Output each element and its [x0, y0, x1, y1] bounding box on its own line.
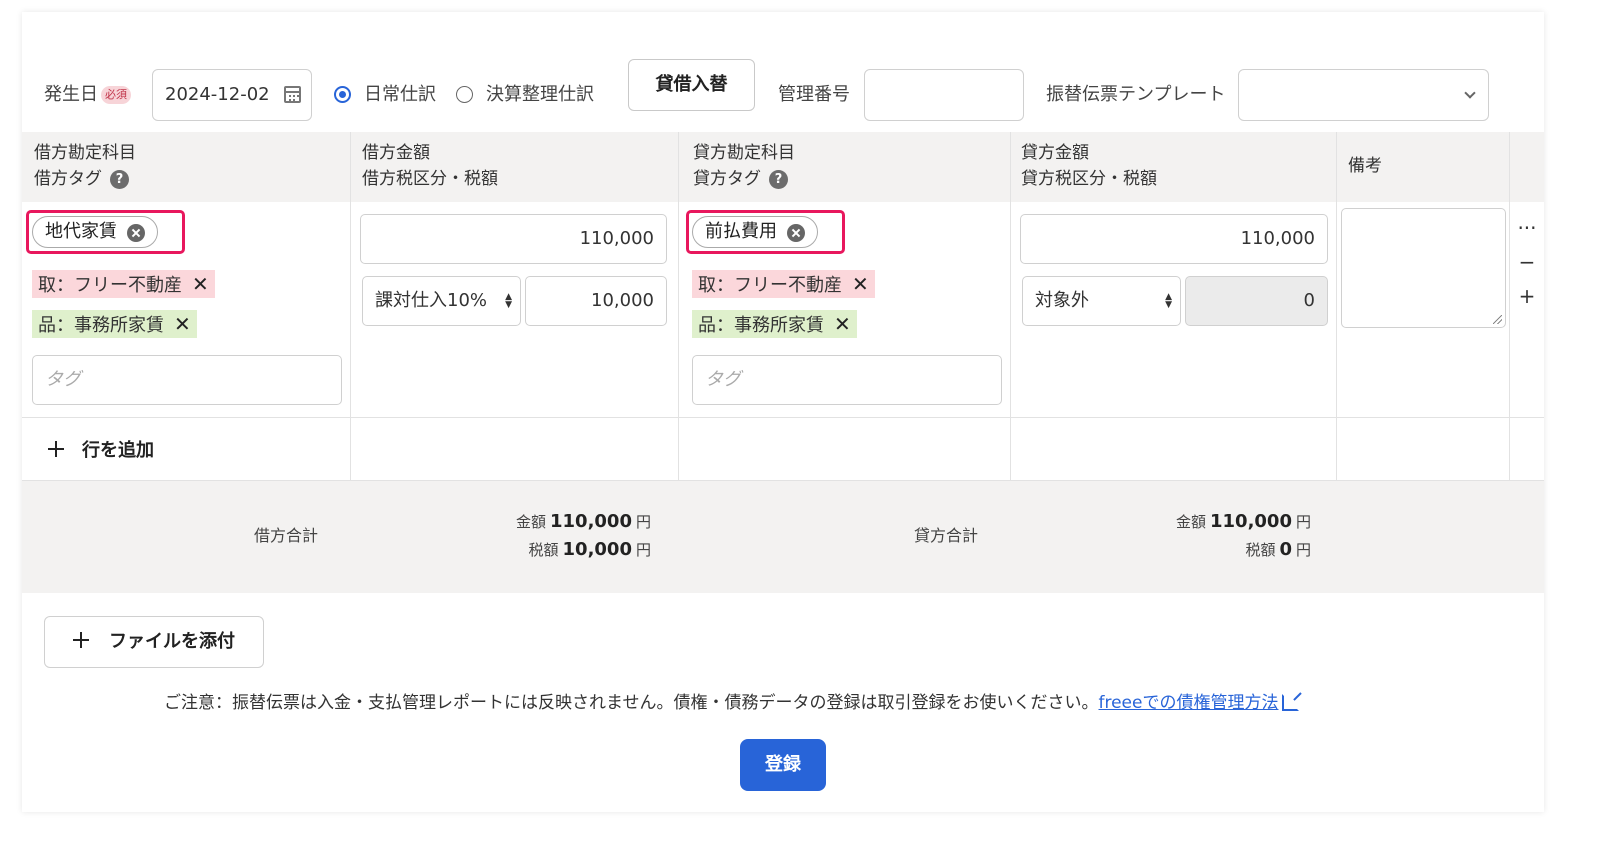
debit-tax-header: 借方税区分・税額 — [362, 169, 498, 189]
resize-handle-icon[interactable] — [1493, 315, 1502, 324]
template-label: 振替伝票テンプレート — [1046, 84, 1226, 105]
more-options-icon[interactable]: ··· — [1517, 216, 1537, 240]
credit-tax-header: 貸方税区分・税額 — [1021, 169, 1157, 189]
receivables-guide-link[interactable]: freeeでの債権管理方法 — [1099, 693, 1279, 713]
insert-row-icon[interactable]: + — [1517, 284, 1537, 308]
date-value: 2024-12-02 — [165, 84, 270, 105]
debit-amount-input[interactable]: 110,000 — [360, 214, 667, 264]
date-label: 発生日 — [44, 84, 98, 105]
debit-total-amount: 金額 110,000 円 — [515, 511, 651, 532]
template-select[interactable] — [1238, 69, 1489, 121]
mgmt-number-input[interactable] — [864, 69, 1024, 121]
required-badge: 必須 — [101, 86, 131, 104]
radio-normal-label[interactable]: 日常仕訳 — [364, 69, 436, 121]
credit-amount-header: 貸方金額 — [1021, 143, 1089, 163]
remove-tag-icon[interactable]: ✕ — [852, 270, 869, 298]
entry-header: 発生日 必須 2024-12-02 日常仕訳 決算整理仕訳 管理番号 振替伝票テ… — [22, 69, 1544, 121]
debit-tax-amount-input[interactable]: 10,000 — [525, 276, 667, 326]
plus-icon — [48, 441, 64, 457]
debit-tag-item: 品：事務所家賃 ✕ — [32, 310, 197, 338]
debit-account-header: 借方勘定科目 — [34, 143, 136, 163]
remove-tag-icon[interactable]: ✕ — [192, 270, 209, 298]
table-row: 地代家賃 取：フリー不動産 ✕ 品：事務所家賃 ✕ タグ 110,000 課対仕入1… — [22, 202, 1544, 418]
debit-account-chip[interactable]: 地代家賃 — [32, 216, 158, 248]
debit-total-tax: 税額 10,000 円 — [528, 539, 652, 560]
remove-tag-icon[interactable]: ✕ — [174, 310, 191, 338]
help-icon[interactable]: ? — [769, 170, 788, 189]
notice-text: ご注意：振替伝票は入金・支払管理レポートには反映されません。債権・債務データの登… — [164, 688, 1300, 713]
credit-amount-input[interactable]: 110,000 — [1020, 214, 1328, 264]
debit-tag-input[interactable]: タグ — [32, 355, 342, 405]
credit-account-header: 貸方勘定科目 — [693, 143, 795, 163]
radio-closing-label[interactable]: 決算整理仕訳 — [486, 69, 594, 121]
register-button[interactable]: 登録 — [740, 739, 826, 791]
credit-account-value: 前払費用 — [705, 221, 777, 242]
sort-arrows-icon: ▲ ▼ — [1165, 292, 1172, 310]
external-link-icon[interactable] — [1282, 694, 1300, 711]
swap-debit-credit-button[interactable]: 貸借入替 — [628, 59, 755, 111]
sort-arrows-icon: ▲ ▼ — [505, 292, 512, 310]
credit-account-highlight: 前払費用 — [686, 210, 845, 254]
credit-tax-amount-input: 0 — [1185, 276, 1328, 326]
memo-textarea[interactable] — [1341, 208, 1506, 328]
credit-total-tax: 税額 0 円 — [1245, 539, 1311, 560]
plus-icon — [73, 632, 89, 648]
clear-icon[interactable] — [127, 224, 145, 242]
credit-tag-header: 貸方タグ — [693, 169, 761, 189]
credit-total-label: 貸方合計 — [914, 526, 979, 545]
add-row-area: 行を追加 — [22, 418, 1544, 481]
debit-account-value: 地代家賃 — [45, 221, 117, 242]
radio-closing-entry[interactable] — [456, 86, 473, 103]
debit-tag-partner: 取：フリー不動産 ✕ — [32, 270, 215, 298]
help-icon[interactable]: ? — [110, 170, 129, 189]
credit-tag-partner: 取：フリー不動産 ✕ — [692, 270, 875, 298]
mgmt-number-label: 管理番号 — [778, 84, 850, 105]
date-input[interactable]: 2024-12-02 — [152, 69, 312, 121]
debit-amount-header: 借方金額 — [362, 143, 430, 163]
totals-row: 借方合計 金額 110,000 円 税額 10,000 円 貸方合計 金額 110,000… — [22, 481, 1544, 593]
debit-tag-header: 借方タグ — [34, 169, 102, 189]
chevron-down-icon — [1464, 87, 1476, 99]
calendar-icon[interactable] — [284, 86, 301, 103]
table-header: 借方勘定科目 借方タグ? 借方金額 借方税区分・税額 貸方勘定科目 貸方タグ? … — [22, 132, 1544, 202]
remove-row-icon[interactable]: − — [1517, 250, 1537, 274]
add-row-button[interactable]: 行を追加 — [48, 436, 154, 462]
memo-header: 備考 — [1348, 156, 1382, 176]
credit-total-amount: 金額 110,000 円 — [1175, 511, 1311, 532]
journal-entry-form: 発生日 必須 2024-12-02 日常仕訳 決算整理仕訳 管理番号 振替伝票テ… — [22, 12, 1544, 812]
credit-tax-category-select[interactable]: 対象外 ▲ ▼ — [1022, 276, 1181, 326]
debit-total-label: 借方合計 — [254, 526, 319, 545]
remove-tag-icon[interactable]: ✕ — [834, 310, 851, 338]
credit-tag-item: 品：事務所家賃 ✕ — [692, 310, 857, 338]
debit-tax-category-select[interactable]: 課対仕入10% ▲ ▼ — [362, 276, 521, 326]
radio-normal-entry[interactable] — [334, 86, 351, 103]
attach-file-button[interactable]: ファイルを添付 — [44, 616, 264, 668]
credit-account-chip[interactable]: 前払費用 — [692, 216, 818, 248]
clear-icon[interactable] — [787, 224, 805, 242]
credit-tag-input[interactable]: タグ — [692, 355, 1002, 405]
debit-account-highlight: 地代家賃 — [26, 210, 185, 254]
